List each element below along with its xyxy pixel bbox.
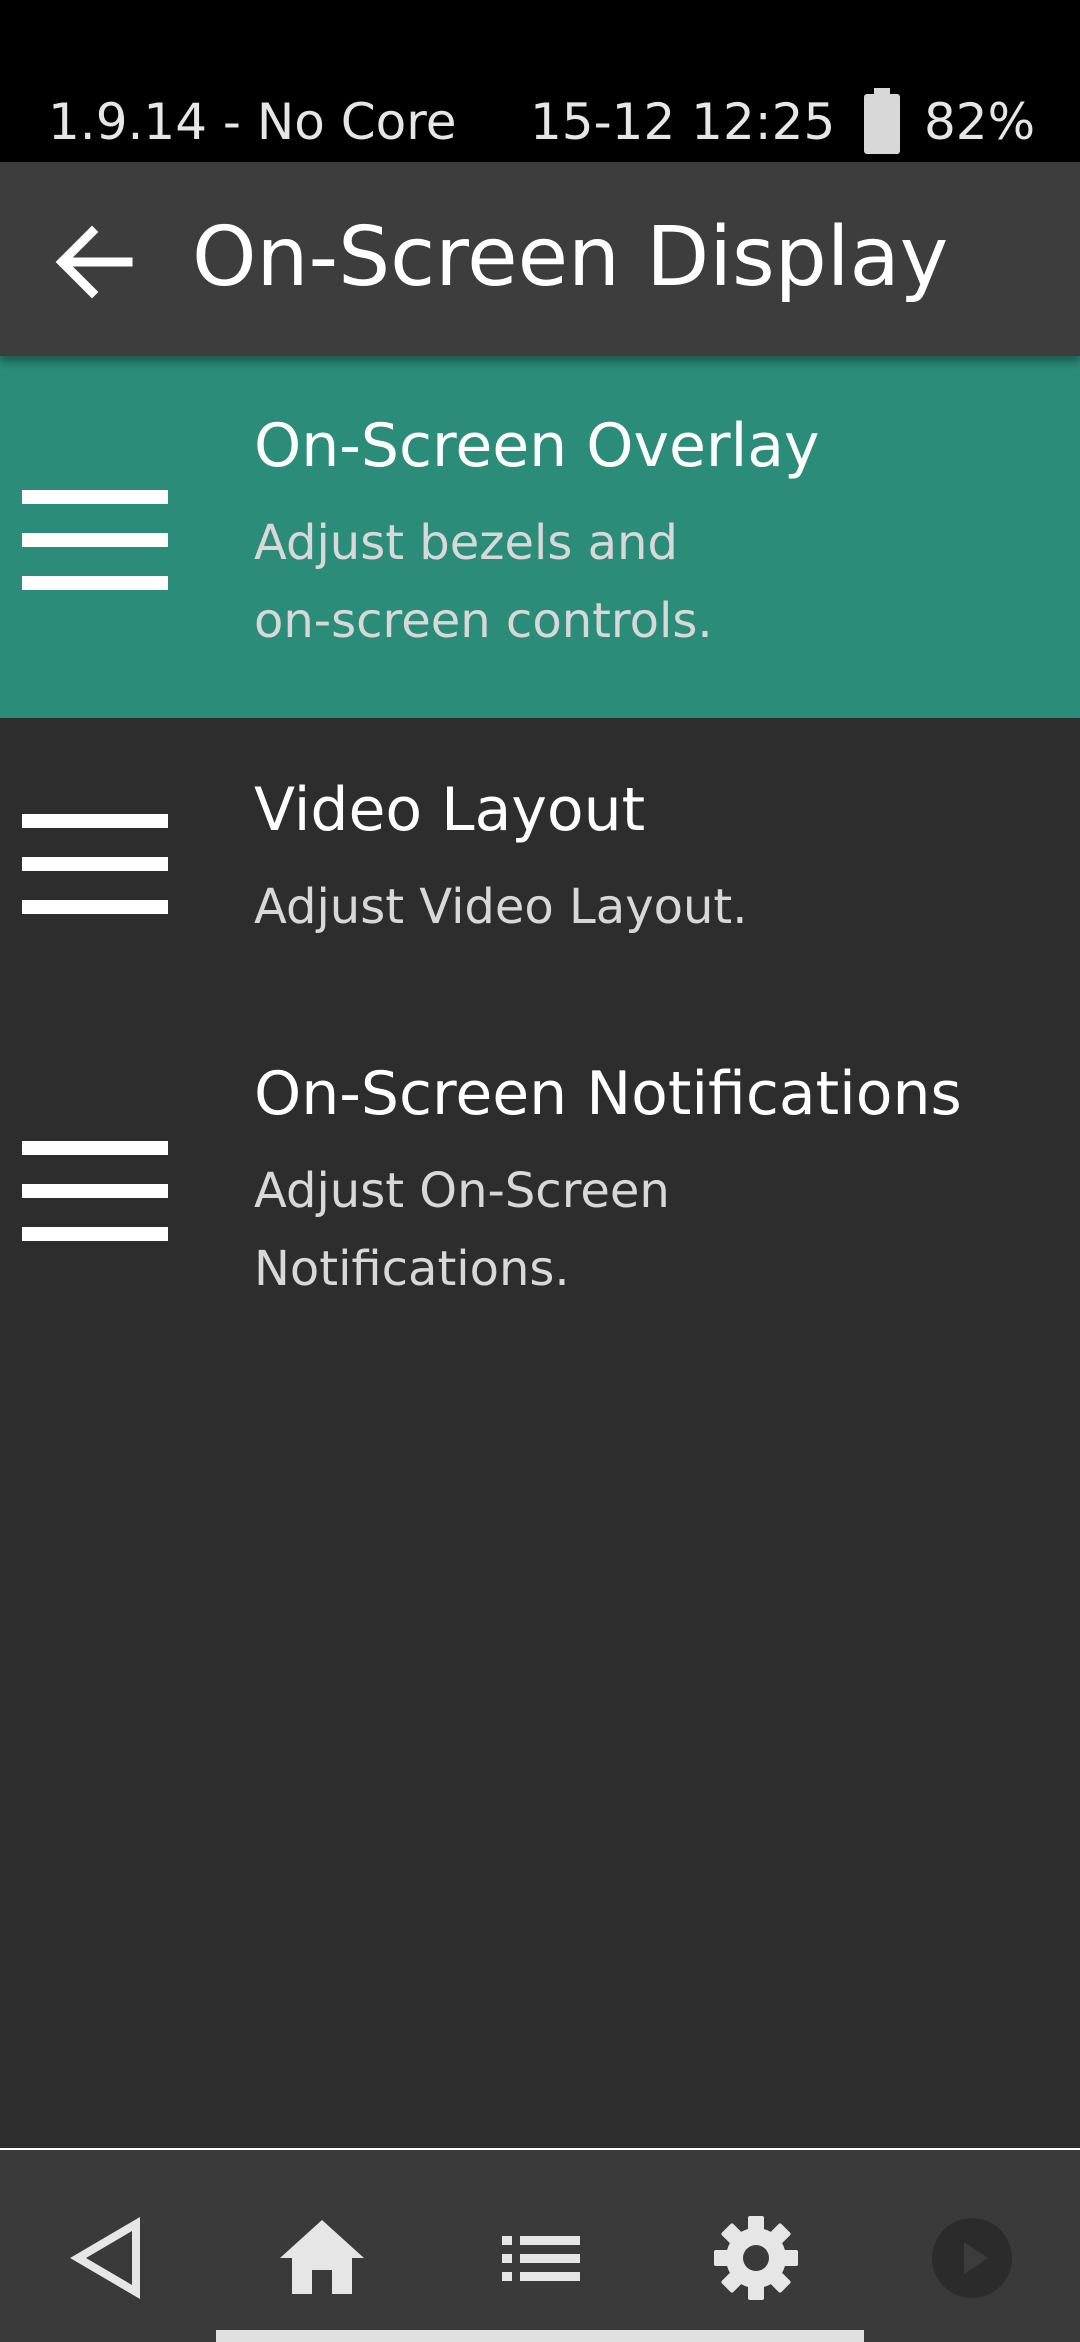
status-datetime: 15-12 12:25 [530,93,836,151]
nav-home-button[interactable] [272,2208,372,2308]
nav-back-button[interactable] [58,2208,158,2308]
nav-list-button[interactable] [490,2208,590,2308]
list-icon [502,2236,580,2281]
menu-item-subtitle: Adjust bezels and on-screen controls. [254,515,713,649]
menu-item-on-screen-notifications[interactable]: On-Screen Notifications Adjust On-Screen… [0,1004,1080,1366]
menu-item-video-layout[interactable]: Video Layout Adjust Video Layout. [0,718,1080,1004]
menu-item-title: Video Layout [254,775,646,845]
back-triangle-icon [70,2217,140,2299]
app-bar: On-Screen Display [0,162,1080,356]
home-icon [280,2220,364,2294]
menu-list: On-Screen Overlay Adjust bezels and on-s… [0,356,1080,1366]
hamburger-icon [22,490,168,590]
menu-item-title: On-Screen Overlay [254,411,820,481]
status-battery-percent: 82% [924,93,1036,151]
battery-icon [864,88,900,154]
nav-settings-button[interactable] [706,2208,806,2308]
back-button[interactable] [40,212,150,312]
nav-resume-button[interactable] [922,2208,1022,2308]
menu-item-subtitle: Adjust On-Screen Notifications. [254,1163,670,1297]
play-icon [932,2218,1012,2298]
home-indicator[interactable] [216,2330,864,2342]
menu-item-subtitle: Adjust Video Layout. [254,879,748,935]
arrow-left-icon [55,225,133,299]
hamburger-icon [22,1141,168,1241]
page-title: On-Screen Display [192,210,949,305]
gear-icon [714,2216,798,2300]
hamburger-icon [22,814,168,914]
menu-item-title: On-Screen Notifications [254,1059,962,1129]
menu-item-on-screen-overlay[interactable]: On-Screen Overlay Adjust bezels and on-s… [0,356,1080,718]
status-bar: 1.9.14 - No Core 15-12 12:25 82% [0,0,1080,162]
status-version-core: 1.9.14 - No Core [48,93,457,151]
bottom-nav-bar [0,2148,1080,2342]
